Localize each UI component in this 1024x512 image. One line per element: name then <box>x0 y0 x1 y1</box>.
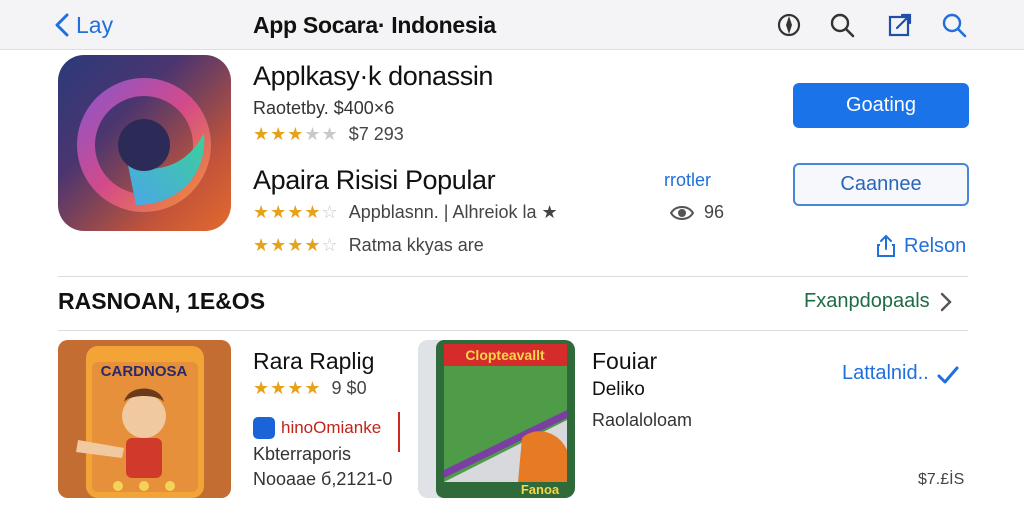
chevron-left-icon <box>55 13 69 37</box>
card-category: Kbterraporis <box>253 444 352 464</box>
developer-name: hinoOmianke <box>281 418 382 437</box>
back-button[interactable]: Lay <box>54 10 113 40</box>
rating-row-2: ★★★★☆ Ratma kkyas are <box>253 235 484 256</box>
developer-logo-icon <box>253 417 275 439</box>
divider <box>58 330 968 331</box>
share-button[interactable]: Relson <box>876 234 966 258</box>
chevron-right-icon <box>940 292 952 311</box>
share-label: Relson <box>904 234 967 257</box>
divider <box>58 276 968 277</box>
tag-link[interactable]: rrotler <box>664 170 711 191</box>
page-title: App Socara· Indonesia <box>253 12 496 38</box>
checkmark-icon <box>937 366 959 383</box>
card-title: Rara Raplig <box>253 348 375 374</box>
section-headline: Apaira Risisi Popular <box>253 165 496 195</box>
app-card-image[interactable]: CARDNOSA <box>58 340 231 498</box>
latest-label: Lattalnid.. <box>842 362 929 384</box>
get-button[interactable]: Goating <box>793 83 969 128</box>
share-icon[interactable] <box>886 11 914 39</box>
star-rating-icon: ★★★★☆ <box>253 202 339 222</box>
developer-badge[interactable]: hinoOmianke <box>253 417 381 439</box>
rating-row-1-text: Appblasnn. | Alhreiok la ★ <box>348 202 558 222</box>
rating-row-2-text: Ratma kkyas are <box>348 235 484 255</box>
top-navigation-bar: Lay App Socara· Indonesia <box>0 0 1024 50</box>
see-all-link[interactable]: Fxanpdopaals <box>804 290 952 313</box>
share-icon <box>877 234 895 257</box>
app-developer: Raotetby. $400×6 <box>253 98 395 118</box>
app-name: Applkasy·k donassin <box>253 61 494 91</box>
star-rating-icon: ★★★★ <box>253 378 322 398</box>
price-label: $7.£İS <box>918 471 965 488</box>
latest-link[interactable]: Lattalnid.. <box>842 362 959 385</box>
card-rating: ★★★★ 9 $0 <box>253 378 367 399</box>
rating-row-1: ★★★★☆ Appblasnn. | Alhreiok la ★ <box>253 202 558 223</box>
card-image-title: CARDNOSA <box>101 363 188 380</box>
app-rating: ★★★★★ $7 293 <box>253 124 404 145</box>
star-rating-icon: ★★★★★ <box>253 124 339 144</box>
card-image-title: Clopteavallt <box>465 347 545 363</box>
card-note: Raolaloloam <box>592 410 693 430</box>
compass-icon[interactable] <box>775 11 803 39</box>
rating-count: $7 293 <box>348 124 404 144</box>
search-icon[interactable] <box>940 11 968 39</box>
views-count: 96 <box>670 202 724 223</box>
see-all-label: Fxanpdopaals <box>804 290 930 312</box>
cancel-button[interactable]: Caannee <box>793 163 969 206</box>
search-icon[interactable] <box>828 11 856 39</box>
section-title: RASNOAN, 1E&OS <box>58 288 266 314</box>
card-title: Fouiar <box>592 348 658 374</box>
star-rating-icon: ★★★★☆ <box>253 235 339 255</box>
card-note: Nooaae б,2121-0 <box>253 469 393 489</box>
eye-icon <box>670 205 694 220</box>
app-icon[interactable] <box>58 55 231 231</box>
app-card-image[interactable]: Clopteavallt Fanoa <box>418 340 575 498</box>
back-label: Lay <box>76 11 114 38</box>
card-subtitle: Deliko <box>592 379 645 400</box>
card-image-footer: Fanoa <box>521 482 560 497</box>
card-rating-text: 9 $0 <box>331 378 367 398</box>
divider <box>398 412 400 452</box>
